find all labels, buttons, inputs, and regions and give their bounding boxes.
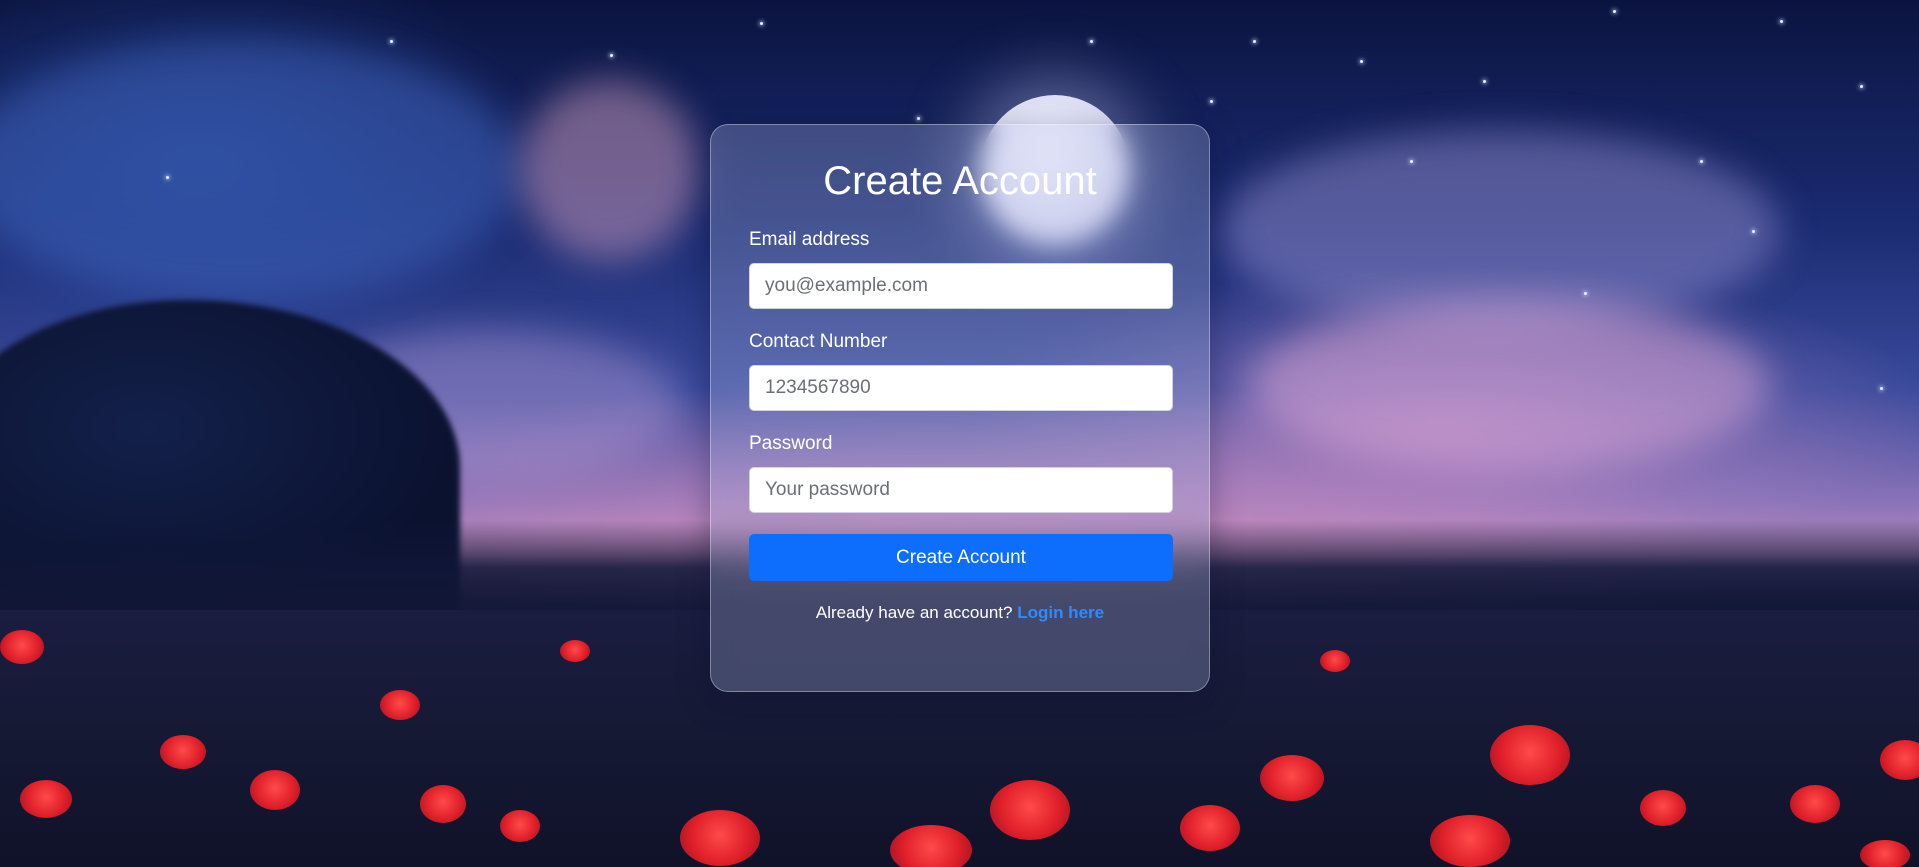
poppy-flower: [1640, 790, 1686, 826]
poppy-flower: [990, 780, 1070, 840]
poppy-flower: [380, 690, 420, 720]
star: [1210, 100, 1213, 103]
poppy-flower: [160, 735, 206, 769]
star: [1752, 230, 1755, 233]
poppy-flower: [1490, 725, 1570, 785]
star: [166, 176, 169, 179]
star: [1700, 160, 1703, 163]
poppy-flower: [500, 810, 540, 842]
poppy-flower: [1430, 815, 1510, 867]
star: [917, 117, 920, 120]
cloud: [1250, 300, 1770, 470]
signup-card: Create Account Email address Contact Num…: [710, 124, 1210, 692]
poppy-flower: [560, 640, 590, 662]
star: [390, 40, 393, 43]
cloud: [520, 80, 700, 260]
contact-number-input[interactable]: [749, 365, 1173, 411]
star: [1253, 40, 1256, 43]
star: [1860, 85, 1863, 88]
star: [1780, 20, 1783, 23]
star: [610, 54, 613, 57]
poppy-flower: [680, 810, 760, 866]
contact-number-label: Contact Number: [749, 331, 888, 352]
email-label: Email address: [749, 229, 870, 250]
create-account-button[interactable]: Create Account: [749, 534, 1173, 581]
star: [1360, 60, 1363, 63]
cloud: [0, 40, 520, 300]
login-prompt-text: Already have an account?: [815, 603, 1013, 622]
star: [1584, 292, 1587, 295]
login-link[interactable]: Login here: [1017, 603, 1104, 622]
login-prompt: Already have an account? Login here: [749, 603, 1171, 623]
poppy-flower: [1180, 805, 1240, 851]
poppy-flower: [890, 825, 972, 867]
star: [760, 22, 763, 25]
poppy-flower: [1860, 840, 1910, 867]
email-input[interactable]: [749, 263, 1173, 309]
star: [1880, 387, 1883, 390]
star: [1410, 160, 1413, 163]
poppy-flower: [1320, 650, 1350, 672]
form-title: Create Account: [823, 159, 1097, 203]
poppy-flower: [1790, 785, 1840, 823]
star: [1613, 10, 1616, 13]
poppy-flower: [1260, 755, 1324, 801]
poppy-flower: [420, 785, 466, 823]
star: [1483, 80, 1486, 83]
poppy-flower: [0, 630, 44, 664]
password-label: Password: [749, 433, 833, 454]
poppy-flower: [20, 780, 72, 818]
star: [1090, 40, 1093, 43]
poppy-flower: [250, 770, 300, 810]
password-input[interactable]: [749, 467, 1173, 513]
